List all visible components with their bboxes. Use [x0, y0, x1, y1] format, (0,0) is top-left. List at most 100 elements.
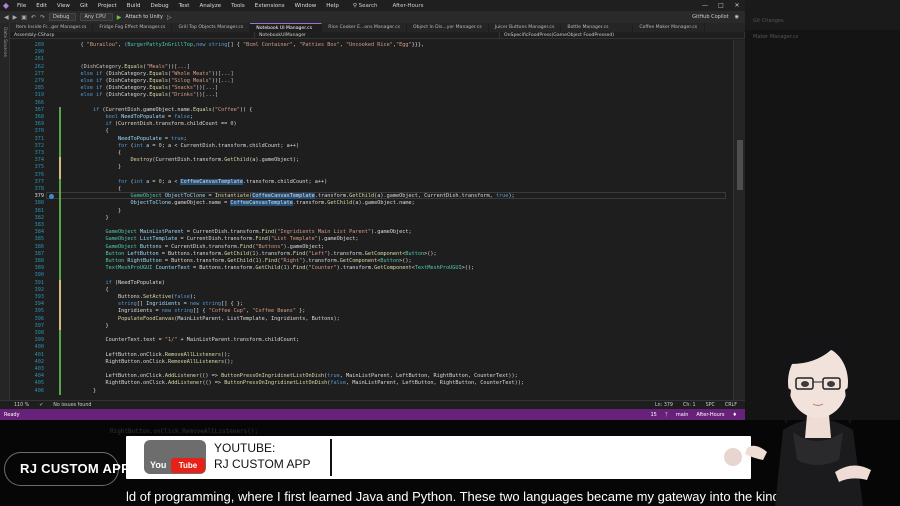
menu-edit[interactable]: Edit	[31, 3, 52, 9]
attach-button[interactable]: Attach to Unity	[125, 14, 163, 20]
back-icon[interactable]: ◀	[4, 14, 9, 21]
menu-help[interactable]: Help	[321, 3, 344, 9]
code-line[interactable]: if (CurrentDish.transform.childCount == …	[68, 121, 236, 127]
code-line[interactable]: LeftButton.onClick.AddListener(() => But…	[68, 373, 517, 379]
line-number: 404	[34, 373, 44, 380]
menu-analyze[interactable]: Analyze	[194, 3, 226, 9]
search-box[interactable]: ⚲ Search	[348, 3, 383, 9]
branch-name[interactable]: main	[676, 412, 689, 418]
menu-file[interactable]: File	[12, 3, 31, 9]
save-icon[interactable]: ▣	[21, 14, 27, 21]
run-icon[interactable]: ▶	[117, 14, 122, 21]
tab-rice-cooker[interactable]: Rice Cooker E...ons Manager.cs	[322, 23, 408, 32]
code-line[interactable]: bool NeedToPopulate = false;	[68, 114, 192, 120]
code-line[interactable]: for (int a = 0; a < CurrentDish.transfor…	[68, 143, 299, 149]
menu-view[interactable]: View	[52, 3, 75, 9]
code-line[interactable]: }	[68, 215, 108, 221]
platform-dropdown[interactable]: Any CPU	[80, 13, 113, 21]
code-line[interactable]: }	[68, 164, 121, 170]
play-outline-icon[interactable]: ▷	[167, 14, 172, 21]
code-line[interactable]: NeedToPopulate = true;	[68, 136, 187, 142]
code-line[interactable]: if (CurrentDish.gameObject.name.Equals("…	[68, 107, 252, 113]
code-line[interactable]: (DishCategory.Equals("Meals"))[...]	[68, 64, 190, 70]
code-line[interactable]: else if (DishCategory.Equals("Whole Meat…	[68, 71, 234, 77]
forward-icon[interactable]: ▶	[13, 14, 18, 21]
code-line[interactable]: }	[68, 208, 121, 214]
copilot-button[interactable]: GitHub Copilot	[692, 14, 728, 20]
whitespace-mode[interactable]: SPC	[706, 403, 715, 408]
line-position[interactable]: Ln: 379	[655, 403, 673, 408]
code-editor[interactable]: 289 { "Burailou", (BurgerPattyInGrillTop…	[10, 40, 745, 400]
code-line[interactable]: Ingridients = new string[] { "Coffee Cup…	[68, 308, 305, 314]
tab-notebook-ui[interactable]: Notebook UI Manager.cs	[250, 23, 323, 32]
tab-object-in-display[interactable]: Object In Dis...yer Manager.cs	[407, 23, 489, 32]
code-line[interactable]: TextMeshProUGUI CounterText = Buttons.tr…	[68, 265, 474, 271]
code-line[interactable]: ObjectToClone.gameObject.name = CoffeeCa…	[68, 200, 415, 207]
issues-status[interactable]: No issues found	[53, 403, 91, 408]
menu-git[interactable]: Git	[75, 3, 93, 9]
code-line[interactable]: {	[68, 150, 121, 156]
error-count[interactable]: 15	[650, 412, 656, 418]
configuration-dropdown[interactable]: Debug	[48, 13, 77, 21]
code-line[interactable]: Destroy(CurrentDish.transform.GetChild(a…	[68, 157, 299, 163]
code-line[interactable]: else if (DishCategory.Equals("Drinks"))[…	[68, 92, 218, 98]
line-number: 262	[34, 63, 44, 70]
code-line[interactable]: for (int a = 0; a < CoffeeCanvasTemplate…	[68, 178, 327, 185]
code-line[interactable]: Button RightButton = Buttons.transform.G…	[68, 258, 411, 264]
code-line[interactable]: CounterText.text = "1/" + MainListParent…	[68, 337, 299, 343]
menu-extensions[interactable]: Extensions	[250, 3, 290, 9]
code-line[interactable]: GameObject MainListParent = CurrentDish.…	[68, 229, 411, 235]
code-line[interactable]: GameObject Buttons = CurrentDish.transfo…	[68, 244, 324, 250]
minimize-icon[interactable]: —	[697, 2, 713, 9]
tab-fridge-fog[interactable]: Fridge Fog Effect Manager.cs	[93, 23, 173, 32]
code-line[interactable]: { "Burailou", (BurgerPattyInGrillTop,new…	[68, 42, 425, 48]
menu-debug[interactable]: Debug	[146, 3, 174, 9]
data-sources-tab[interactable]: Data Sources	[2, 27, 7, 57]
menu-tools[interactable]: Tools	[226, 3, 250, 9]
char-position[interactable]: Ch: 1	[683, 403, 696, 408]
code-line[interactable]: GameObject ListTemplate = CurrentDish.tr…	[68, 236, 358, 242]
banner-line-2: RJ CUSTOM APP	[214, 457, 311, 471]
code-line[interactable]: RightButton.onClick.RemoveAllListeners()…	[68, 359, 233, 365]
line-number: 379	[34, 193, 44, 200]
redo-icon[interactable]: ↷	[40, 14, 45, 21]
scrollbar-thumb[interactable]	[737, 140, 743, 190]
menu-window[interactable]: Window	[290, 3, 322, 9]
tab-juicer-buttons[interactable]: Juicer Buttons Manager.cs	[489, 23, 562, 32]
change-marker	[59, 330, 61, 395]
menu-project[interactable]: Project	[93, 3, 122, 9]
code-line[interactable]: {	[68, 128, 108, 134]
pencil-icon[interactable]	[49, 193, 54, 199]
code-line[interactable]: GameObject ObjectToClone = Instantiate(C…	[68, 193, 515, 200]
maximize-icon[interactable]: □	[713, 2, 729, 9]
undo-icon[interactable]: ↶	[31, 14, 36, 21]
menu-test[interactable]: Test	[174, 3, 195, 9]
line-number: 383	[34, 222, 44, 228]
tab-item-inside-fridge[interactable]: Item Inside Fr...ger Manager.cs	[10, 23, 94, 32]
code-line[interactable]: RightButton.onClick.AddListener(() => Bu…	[68, 380, 524, 386]
code-line[interactable]: string[] Ingridients = new string[] { };	[68, 301, 243, 307]
code-line[interactable]: }	[68, 388, 96, 394]
code-line[interactable]: PopulateFoodCanvas(MainListParent, ListT…	[68, 316, 340, 322]
code-line[interactable]: }	[68, 323, 108, 329]
code-line[interactable]: else if (DishCategory.Equals("Snacks"))[…	[68, 85, 218, 91]
code-line[interactable]: Buttons.SetActive(false);	[68, 294, 196, 300]
code-line[interactable]: {	[68, 186, 121, 192]
profile-icon[interactable]: ◉	[735, 14, 739, 20]
code-line[interactable]: if (NeedToPopulate)	[68, 280, 164, 286]
menu-build[interactable]: Build	[122, 3, 146, 9]
repo-name[interactable]: After-Hours	[696, 412, 724, 418]
code-line[interactable]: {	[68, 287, 108, 293]
line-number: 372	[34, 142, 44, 149]
tab-grill-top[interactable]: Grill Top Objects Manager.cs	[172, 23, 251, 32]
code-line[interactable]: else if (DishCategory.Equals("Silog Meal…	[68, 78, 234, 84]
code-line[interactable]: LeftButton.onClick.RemoveAllListeners();	[68, 352, 230, 358]
close-icon[interactable]: ✕	[729, 2, 745, 9]
project-dropdown[interactable]: Assembly-CSharp	[10, 32, 255, 38]
tab-coffee-maker[interactable]: Coffee Maker Manager.cs	[633, 23, 706, 32]
class-dropdown[interactable]: NotebookUIManager	[255, 32, 500, 38]
tab-bottle[interactable]: Bottle Manager.cs	[561, 23, 634, 32]
zoom-level[interactable]: 110 %	[14, 403, 29, 408]
member-dropdown[interactable]: OnSpecificFoodPress(GameObject FoodPress…	[500, 32, 745, 38]
code-line[interactable]: Button LeftButton = Buttons.transform.Ge…	[68, 251, 436, 257]
